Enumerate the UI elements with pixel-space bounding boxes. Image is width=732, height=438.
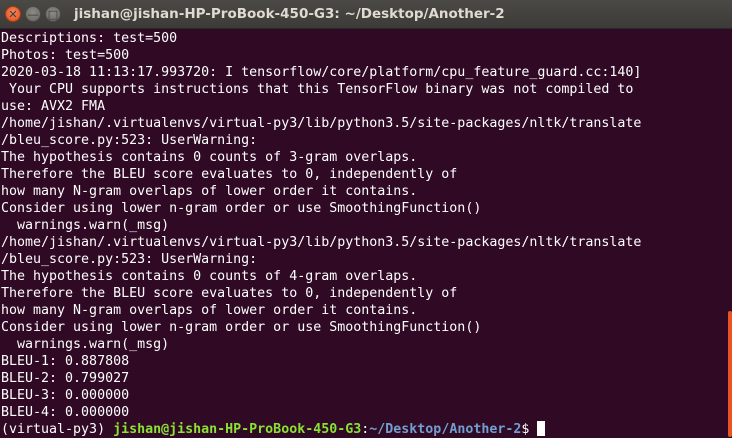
terminal-window: ✕ — □ jishan@jishan-HP-ProBook-450-G3: ~…: [0, 0, 732, 438]
output-line: The hypothesis contains 0 counts of 4-gr…: [1, 269, 418, 284]
output-line: Consider using lower n-gram order or use…: [1, 201, 482, 216]
output-line: how many N-gram overlaps of lower order …: [1, 303, 418, 318]
prompt-path: ~/Desktop/Another-2: [369, 422, 522, 437]
maximize-window-button[interactable]: □: [45, 6, 61, 22]
output-line: /bleu_score.py:523: UserWarning:: [1, 252, 258, 267]
close-window-button[interactable]: ✕: [5, 6, 21, 22]
output-line: BLEU-4: 0.000000: [1, 405, 130, 420]
scrollbar[interactable]: [726, 29, 732, 438]
output-line: BLEU-3: 0.000000: [1, 388, 130, 403]
close-icon: ✕: [8, 7, 18, 21]
text-cursor: [537, 421, 546, 436]
output-line: Your CPU supports instructions that this…: [1, 82, 634, 97]
output-line: BLEU-2: 0.799027: [1, 371, 130, 386]
output-line: /home/jishan/.virtualenvs/virtual-py3/li…: [1, 235, 642, 250]
terminal-output[interactable]: Descriptions: test=500 Photos: test=500 …: [0, 29, 726, 438]
window-title: jishan@jishan-HP-ProBook-450-G3: ~/Deskt…: [74, 6, 505, 22]
output-line: Therefore the BLEU score evaluates to 0,…: [1, 167, 458, 182]
output-line: /home/jishan/.virtualenvs/virtual-py3/li…: [1, 116, 642, 131]
output-line: The hypothesis contains 0 counts of 3-gr…: [1, 150, 418, 165]
output-line: BLEU-1: 0.887808: [1, 354, 130, 369]
prompt-symbol: $: [521, 422, 530, 437]
prompt-virtualenv: (virtual-py3): [1, 422, 114, 437]
output-line: Photos: test=500: [1, 48, 130, 63]
output-line: Therefore the BLEU score evaluates to 0,…: [1, 286, 458, 301]
minimize-icon: —: [27, 7, 39, 21]
scrollbar-thumb[interactable]: [728, 311, 732, 437]
output-line: 2020-03-18 11:13:17.993720: I tensorflow…: [1, 65, 642, 80]
output-line: how many N-gram overlaps of lower order …: [1, 184, 418, 199]
output-line: Descriptions: test=500: [1, 31, 178, 46]
prompt-user-host: jishan@jishan-HP-ProBook-450-G3: [113, 422, 362, 437]
title-bar[interactable]: ✕ — □ jishan@jishan-HP-ProBook-450-G3: ~…: [0, 0, 732, 29]
minimize-window-button[interactable]: —: [25, 6, 41, 22]
output-line: warnings.warn(_msg): [1, 218, 170, 233]
output-line: Consider using lower n-gram order or use…: [1, 320, 482, 335]
maximize-icon: □: [47, 7, 59, 21]
output-line: use: AVX2 FMA: [1, 99, 106, 114]
window-controls: ✕ — □: [5, 6, 61, 22]
output-line: warnings.warn(_msg): [1, 337, 170, 352]
shell-prompt[interactable]: (virtual-py3) jishan@jishan-HP-ProBook-4…: [1, 421, 726, 438]
output-line: /bleu_score.py:523: UserWarning:: [1, 133, 258, 148]
